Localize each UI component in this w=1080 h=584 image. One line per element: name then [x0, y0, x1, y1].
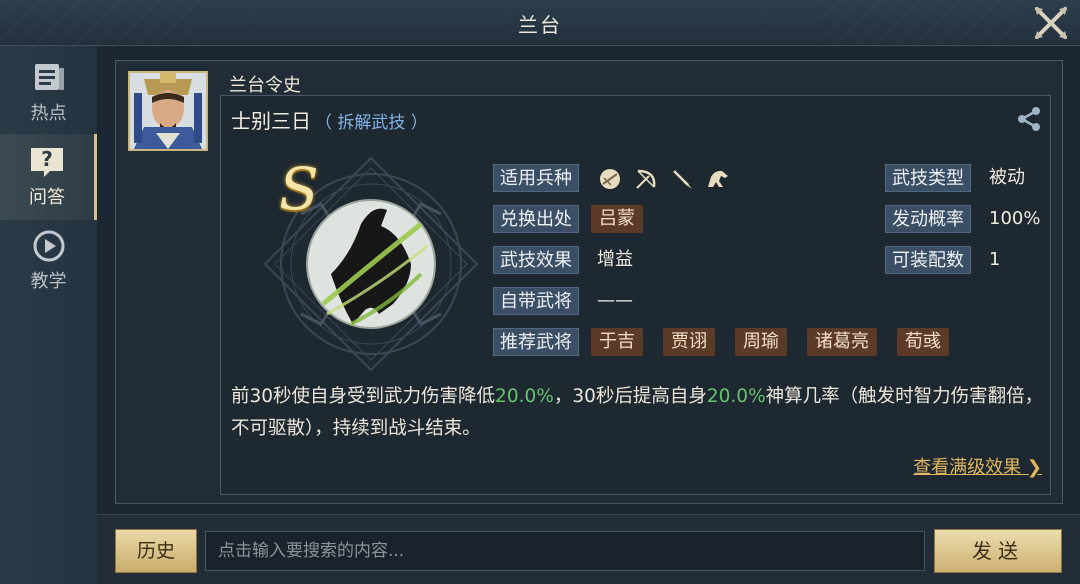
label-skill-type: 武技类型: [885, 164, 971, 192]
skill-type-value: 被动: [989, 167, 1025, 188]
shield-icon: [597, 166, 623, 192]
label-recommended: 推荐武将: [493, 328, 579, 356]
close-button[interactable]: [1030, 2, 1072, 44]
label-effect: 武技效果: [493, 246, 579, 274]
question-icon: ?: [28, 145, 66, 179]
skill-grade: S: [279, 155, 319, 223]
view-full-effect-link[interactable]: 查看满级效果 ❯: [913, 453, 1042, 479]
trigger-rate-value: 100%: [989, 208, 1041, 229]
sidebar-item-qa[interactable]: ? 问答: [0, 134, 97, 220]
spear-icon: [669, 166, 695, 192]
label-trigger-rate: 发动概率: [885, 205, 971, 233]
description-text: 前30秒使自身受到武力伤害降低: [231, 386, 496, 407]
bottom-bar: 历史 发送: [97, 514, 1080, 584]
description-text: ，30秒后提高自身: [553, 386, 707, 407]
send-button[interactable]: 发送: [934, 529, 1062, 573]
share-icon: [1018, 107, 1040, 131]
skill-description: 前30秒使自身受到武力伤害降低20.0%，30秒后提高自身20.0%神算几率（触…: [231, 381, 1046, 445]
sidebar: 热点 ? 问答 教学: [0, 46, 97, 584]
skill-name: 士别三日: [231, 109, 311, 133]
top-bar: 兰台: [0, 0, 1080, 46]
recommended-general-chip[interactable]: 贾诩: [663, 328, 715, 356]
sidebar-item-label: 热点: [30, 103, 67, 124]
history-button[interactable]: 历史: [115, 529, 197, 573]
close-icon: [1035, 7, 1067, 39]
answer-panel: 兰台令史 士别三日（ 拆解武技 ） S 适用兵种 兑换出处 吕蒙 武技效果 增益…: [115, 60, 1063, 504]
author-name: 兰台令史: [229, 75, 301, 96]
label-own-general: 自带武将: [493, 287, 579, 315]
skill-tag: （ 拆解武技 ）: [315, 113, 428, 133]
label-equip-count: 可装配数: [885, 246, 971, 274]
recommended-general-chip[interactable]: 诸葛亮: [807, 328, 877, 356]
sidebar-item-label: 问答: [29, 187, 65, 208]
author-avatar[interactable]: [128, 71, 208, 151]
source-chip[interactable]: 吕蒙: [591, 205, 643, 233]
label-source: 兑换出处: [493, 205, 579, 233]
own-general-value: ——: [597, 290, 633, 311]
share-button[interactable]: [1014, 104, 1044, 134]
document-list-icon: [30, 61, 68, 95]
horse-icon: [705, 166, 731, 192]
sidebar-item-tutorial[interactable]: 教学: [0, 218, 97, 304]
skill-card: 士别三日（ 拆解武技 ） S 适用兵种 兑换出处 吕蒙 武技效果 增益 自带武将…: [220, 95, 1051, 495]
page-title: 兰台: [518, 13, 562, 37]
equip-count-value: 1: [989, 249, 1001, 270]
sidebar-item-hot[interactable]: 热点: [0, 50, 97, 136]
skill-title: 士别三日（ 拆解武技 ）: [231, 105, 428, 134]
description-percent: 20.0%: [706, 386, 766, 407]
sidebar-item-label: 教学: [30, 271, 67, 292]
recommended-general-chip[interactable]: 于吉: [591, 328, 643, 356]
recommended-general-chip[interactable]: 荀彧: [897, 328, 949, 356]
recommended-general-chip[interactable]: 周瑜: [735, 328, 787, 356]
svg-text:?: ?: [41, 147, 53, 171]
effect-value: 增益: [597, 249, 633, 270]
search-input[interactable]: [205, 531, 925, 571]
play-circle-icon: [30, 229, 68, 263]
bow-icon: [633, 166, 659, 192]
label-troop-type: 适用兵种: [493, 164, 579, 192]
description-percent: 20.0%: [495, 386, 554, 407]
